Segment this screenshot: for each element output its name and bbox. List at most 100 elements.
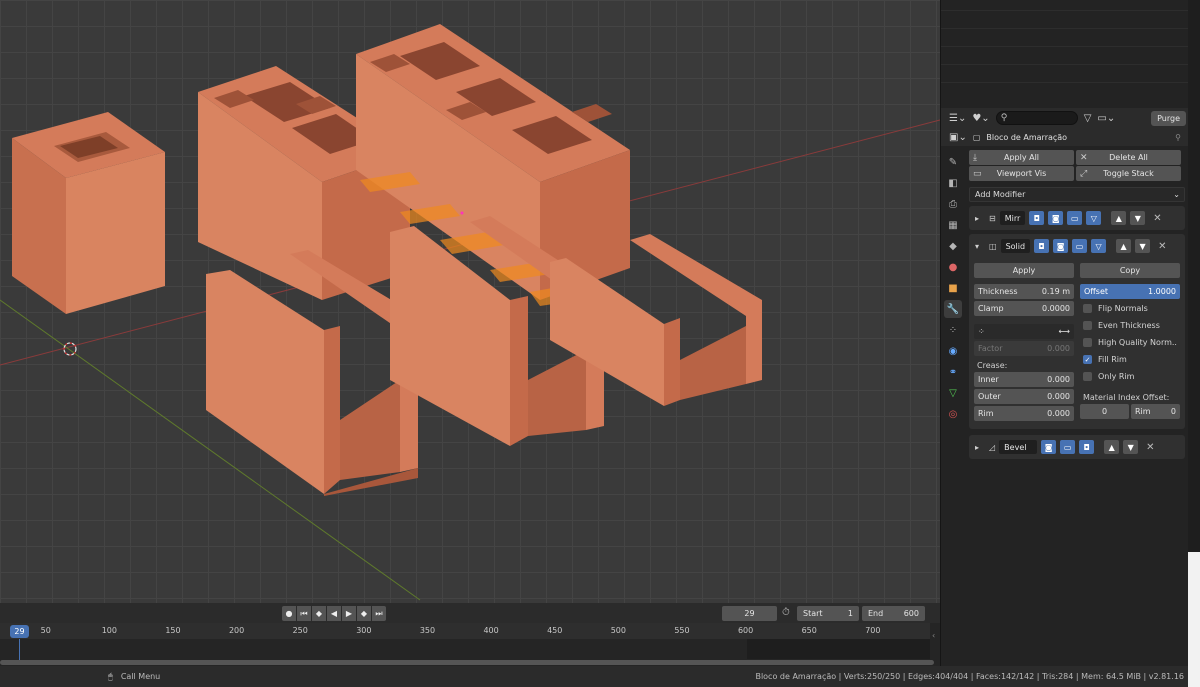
add-modifier-dropdown[interactable]: Add Modifier ⌄ — [969, 187, 1185, 202]
constraints-tab-icon[interactable]: ⚭ — [944, 363, 962, 381]
viewport-vis-button[interactable]: ▭ Viewport Vis — [969, 166, 1074, 181]
world-tab-icon[interactable]: ● — [944, 258, 962, 276]
filter-icon[interactable]: ▽ — [1084, 111, 1092, 126]
start-frame-field[interactable]: Start 1 — [797, 606, 859, 621]
prev-keyframe-icon[interactable]: ◆ — [312, 606, 326, 621]
timeline-scrollbar[interactable] — [0, 660, 934, 665]
record-icon[interactable]: ● — [282, 606, 296, 621]
timeline-editor[interactable]: 50 100 150 200 250 300 350 400 450 500 550 600 650 70… — [0, 623, 940, 666]
even-thickness-checkbox[interactable]: Even Thickness — [1080, 318, 1180, 333]
stopwatch-icon[interactable]: ⏱ — [782, 607, 790, 618]
toggle-stack-button[interactable]: ⤢ Toggle Stack — [1076, 166, 1181, 181]
frame-ruler[interactable]: 50 100 150 200 250 300 350 400 450 500 550 600 650 70… — [0, 623, 930, 639]
3d-viewport[interactable] — [0, 0, 940, 603]
data-tab-icon[interactable]: ▽ — [944, 384, 962, 402]
search-input[interactable]: ⚲ — [995, 111, 1078, 125]
thickness-field[interactable]: Thickness 0.19 m — [974, 284, 1074, 299]
move-up-icon[interactable]: ▲ — [1116, 239, 1132, 253]
clamp-field[interactable]: Clamp 0.0000 — [974, 301, 1074, 316]
expand-icon: ⤢ — [1080, 168, 1088, 179]
material-rim-offset-field[interactable]: Rim 0 — [1131, 404, 1180, 419]
3d-cursor[interactable] — [63, 342, 77, 356]
vertex-group-field[interactable]: ⁘ ⟷ — [974, 324, 1074, 339]
expand-arrow-icon[interactable]: ▸ — [975, 443, 979, 452]
fill-rim-checkbox[interactable]: ✓ Fill Rim — [1080, 352, 1180, 367]
small-brick-block[interactable] — [12, 112, 165, 314]
modifier-name-field[interactable]: Bevel — [999, 440, 1038, 454]
crease-inner-field[interactable]: Inner 0.000 — [974, 372, 1074, 387]
ruler-tick-label: 500 — [610, 626, 626, 635]
move-up-icon[interactable]: ▲ — [1104, 440, 1120, 454]
invert-icon: ⟷ — [1058, 327, 1070, 336]
close-icon[interactable]: ✕ — [1153, 213, 1161, 224]
end-frame-field[interactable]: End 600 — [862, 606, 925, 621]
output-tab-icon[interactable]: ⎙ — [944, 195, 962, 213]
move-down-icon[interactable]: ▼ — [1135, 239, 1151, 253]
edit-mode-toggle-icon[interactable]: ◘ — [1029, 211, 1045, 225]
ruler-tick-label: 50 — [40, 626, 51, 635]
current-frame-field[interactable]: 29 — [722, 606, 777, 621]
new-collection-icon[interactable]: ▭⌄ — [1097, 111, 1115, 126]
edit-mode-toggle-icon[interactable]: ◘ — [1034, 239, 1050, 253]
render-toggle-icon[interactable]: ◙ — [1041, 440, 1057, 454]
modifier-tab-icon[interactable]: 🔧 — [944, 300, 962, 318]
apply-button[interactable]: Apply — [974, 263, 1074, 278]
particles-tab-icon[interactable]: ⁘ — [944, 321, 962, 339]
tool-tab-icon[interactable]: ✎ — [944, 153, 962, 171]
collapse-arrow-icon[interactable]: ▾ — [975, 242, 979, 251]
ruler-tick-label: 400 — [483, 626, 499, 635]
collapse-icon[interactable]: ‹ — [932, 631, 935, 640]
render-tab-icon[interactable]: ◧ — [944, 174, 962, 192]
next-keyframe-icon[interactable]: ◆ — [357, 606, 371, 621]
jump-start-icon[interactable]: ⏮ — [297, 606, 311, 621]
render-toggle-icon[interactable]: ◙ — [1048, 211, 1064, 225]
checkmark-icon: ✓ — [1083, 355, 1092, 364]
viewport-toggle-icon[interactable]: ▭ — [1060, 440, 1076, 454]
modifier-name-field[interactable]: Solid — [1000, 239, 1031, 253]
view-layer-tab-icon[interactable]: ▦ — [944, 216, 962, 234]
close-icon[interactable]: ✕ — [1146, 442, 1154, 453]
bevel-modifier-icon: ◿ — [989, 442, 996, 452]
offset-field[interactable]: Offset 1.0000 — [1080, 284, 1180, 299]
render-toggle-icon[interactable]: ◙ — [1053, 239, 1069, 253]
chevron-down-icon: ⌄ — [1173, 190, 1180, 199]
material-offset-field[interactable]: 0 — [1080, 404, 1129, 419]
cage-toggle-icon[interactable]: ▽ — [1091, 239, 1107, 253]
ruler-tick-label: 450 — [547, 626, 563, 635]
checkbox-icon — [1083, 304, 1092, 313]
material-tab-icon[interactable]: ◎ — [944, 405, 962, 423]
cage-toggle-icon[interactable]: ▽ — [1086, 211, 1102, 225]
search-icon: ⚲ — [1000, 113, 1008, 123]
move-down-icon[interactable]: ▼ — [1130, 211, 1146, 225]
play-reverse-icon[interactable]: ◀ — [327, 606, 341, 621]
crease-rim-field[interactable]: Rim 0.000 — [974, 406, 1074, 421]
high-quality-normals-checkbox[interactable]: High Quality Norm.. — [1080, 335, 1180, 350]
playhead-frame-badge[interactable]: 29 — [10, 625, 29, 638]
jump-end-icon[interactable]: ⏭ — [372, 606, 386, 621]
editor-type-icon[interactable]: ☰⌄ — [949, 111, 966, 126]
move-up-icon[interactable]: ▲ — [1111, 211, 1127, 225]
physics-tab-icon[interactable]: ◉ — [944, 342, 962, 360]
context-icon[interactable]: ▣⌄ — [949, 130, 967, 145]
delete-all-button[interactable]: ✕ Delete All — [1076, 150, 1181, 165]
modifier-name-field[interactable]: Mirr — [999, 211, 1026, 225]
crease-outer-field[interactable]: Outer 0.000 — [974, 389, 1074, 404]
viewport-toggle-icon[interactable]: ▭ — [1072, 239, 1088, 253]
flip-normals-checkbox[interactable]: Flip Normals — [1080, 301, 1180, 316]
play-icon[interactable]: ▶ — [342, 606, 356, 621]
copy-button[interactable]: Copy — [1080, 263, 1180, 278]
viewport-toggle-icon[interactable]: ▭ — [1067, 211, 1083, 225]
edit-mode-toggle-icon[interactable]: ◘ — [1079, 440, 1095, 454]
apply-all-button[interactable]: ⤓ Apply All — [969, 150, 1074, 165]
display-mode-icon[interactable]: ♥⌄ — [972, 111, 989, 126]
crease-label: Crease: — [977, 360, 1008, 370]
close-icon[interactable]: ✕ — [1158, 241, 1166, 252]
move-down-icon[interactable]: ▼ — [1123, 440, 1139, 454]
material-index-offset-label: Material Index Offset: — [1083, 392, 1170, 402]
only-rim-checkbox[interactable]: Only Rim — [1080, 369, 1180, 384]
object-tab-icon[interactable]: ■ — [944, 279, 962, 297]
purge-button[interactable]: Purge — [1151, 110, 1186, 126]
scene-tab-icon[interactable]: ◆ — [944, 237, 962, 255]
expand-arrow-icon[interactable]: ▸ — [975, 214, 979, 223]
pin-icon[interactable]: ⚲ — [1175, 133, 1181, 142]
